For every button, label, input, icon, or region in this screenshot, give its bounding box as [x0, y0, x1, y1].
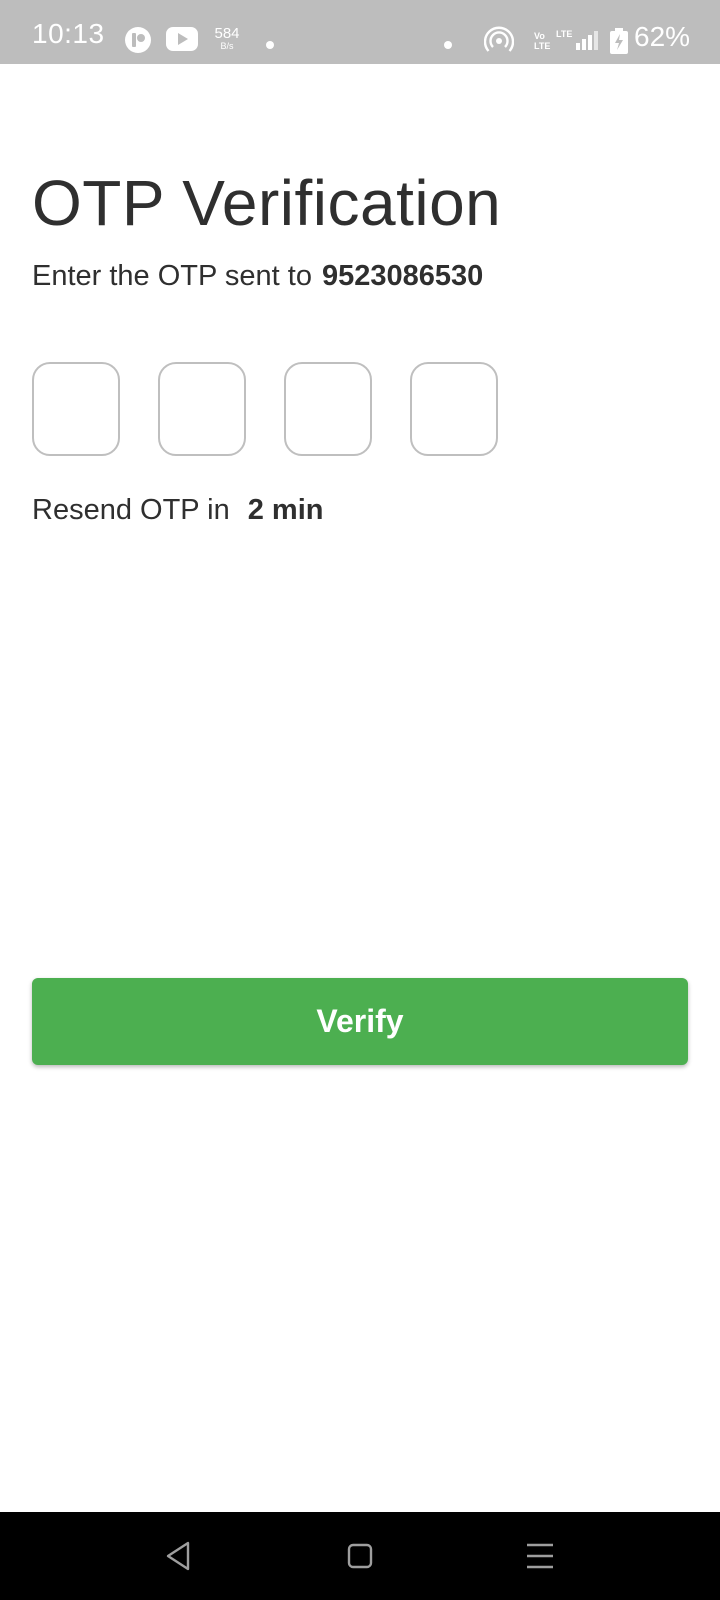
dot-icon: [266, 36, 274, 54]
back-icon[interactable]: [154, 1532, 202, 1580]
menu-icon[interactable]: [516, 1532, 564, 1580]
youtube-icon: [166, 27, 198, 56]
home-icon[interactable]: [336, 1532, 384, 1580]
page-title: OTP Verification: [32, 167, 502, 239]
battery-percentage: 62%: [634, 21, 691, 52]
volte-top: Vo: [534, 31, 545, 41]
status-time: 10:13: [32, 18, 105, 49]
network-speed: 584 B/s: [212, 26, 242, 52]
network-speed-unit: B/s: [220, 41, 234, 51]
resend-timer: 2 min: [247, 494, 324, 526]
hotspot-icon: [483, 26, 515, 61]
volte-bottom: LTE: [534, 41, 551, 51]
resend-otp-info: Resend OTP in 2 min: [32, 492, 323, 528]
app-notification-icon: [124, 26, 152, 59]
resend-otp-label: Resend OTP in: [32, 494, 230, 526]
status-bar: 10:13 584 B/s Vo LTE LTE 62%: [0, 0, 720, 64]
signal-icon: [574, 30, 598, 55]
otp-digit-4[interactable]: [410, 362, 498, 456]
phone-number: 9523086530: [321, 260, 484, 292]
lte-label: LTE: [556, 29, 573, 39]
dot-icon: [444, 36, 452, 54]
otp-sent-message: Enter the OTP sent to 9523086530: [32, 258, 483, 294]
battery-charging-icon: [610, 28, 628, 59]
navigation-bar: [0, 1512, 720, 1600]
network-speed-value: 584: [214, 25, 240, 42]
otp-digit-3[interactable]: [284, 362, 372, 456]
otp-digit-1[interactable]: [32, 362, 120, 456]
otp-sent-label: Enter the OTP sent to: [32, 260, 312, 292]
verify-button[interactable]: Verify: [32, 978, 688, 1065]
otp-digit-2[interactable]: [158, 362, 246, 456]
